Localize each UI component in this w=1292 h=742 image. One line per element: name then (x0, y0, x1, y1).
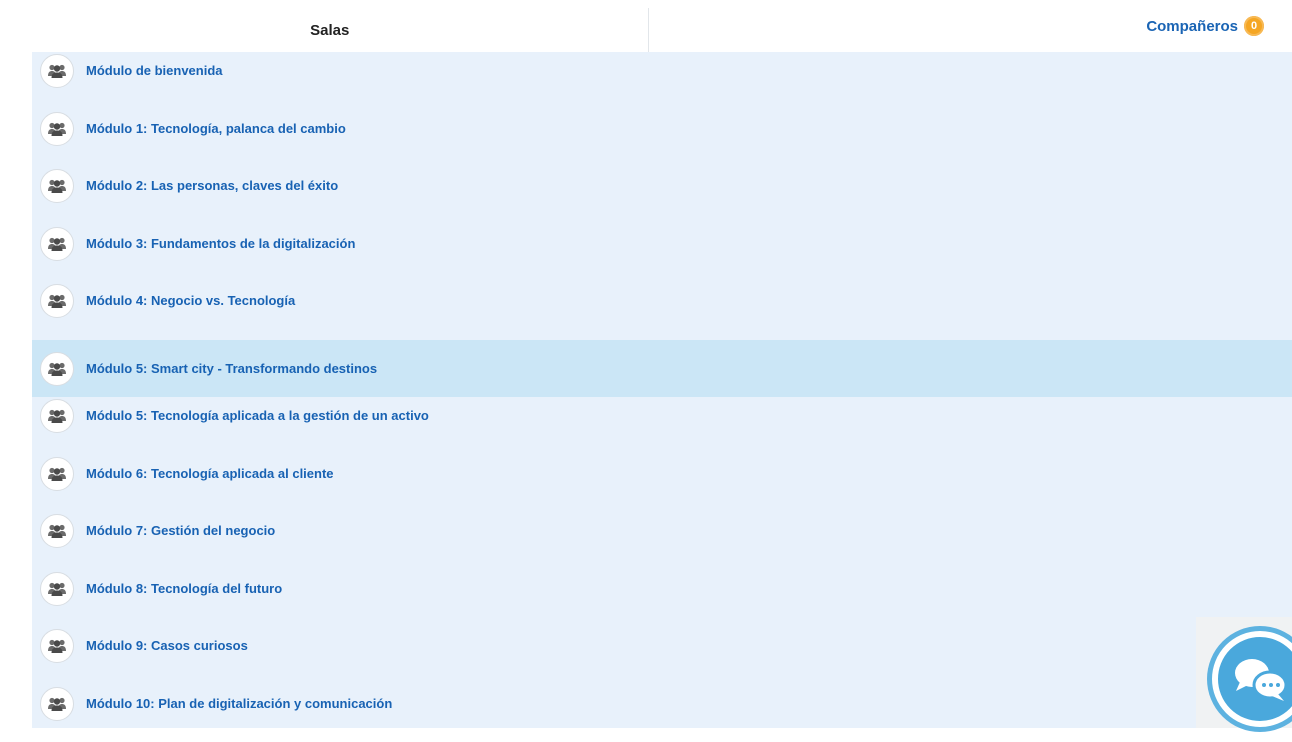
room-item[interactable]: Módulo 7: Gestión del negocio (32, 512, 1292, 570)
group-icon (40, 629, 74, 663)
chat-launcher-button[interactable] (1212, 631, 1292, 727)
group-icon (40, 227, 74, 261)
chat-bubbles-icon (1218, 637, 1292, 721)
tab-bar: Salas Compañeros 0 (32, 0, 1292, 52)
room-item[interactable]: Módulo 2: Las personas, claves del éxito (32, 167, 1292, 225)
room-item[interactable]: Módulo de bienvenida (32, 52, 1292, 110)
group-icon (40, 399, 74, 433)
room-item[interactable]: Módulo 3: Fundamentos de la digitalizaci… (32, 225, 1292, 283)
room-item[interactable]: Módulo 5: Tecnología aplicada a la gesti… (32, 397, 1292, 455)
room-item[interactable]: Módulo 8: Tecnología del futuro (32, 570, 1292, 628)
tab-salas[interactable]: Salas (32, 8, 649, 52)
room-item[interactable]: Módulo 9: Casos curiosos (32, 627, 1292, 685)
room-item-label: Módulo 8: Tecnología del futuro (86, 581, 282, 596)
room-item-label: Módulo 5: Smart city - Transformando des… (86, 361, 377, 376)
room-item-label: Módulo de bienvenida (86, 63, 223, 78)
group-icon (40, 112, 74, 146)
room-item-label: Módulo 2: Las personas, claves del éxito (86, 178, 338, 193)
room-item-label: Módulo 1: Tecnología, palanca del cambio (86, 121, 346, 136)
group-icon (40, 352, 74, 386)
room-list: Módulo de bienvenida Módulo 1: Tecnología… (32, 52, 1292, 728)
tab-companeros-label: Compañeros (1146, 18, 1238, 35)
group-icon (40, 169, 74, 203)
tab-companeros[interactable]: Compañeros 0 (649, 0, 1292, 52)
room-item-label: Módulo 6: Tecnología aplicada al cliente (86, 466, 334, 481)
tab-salas-label: Salas (310, 22, 349, 39)
group-icon (40, 457, 74, 491)
room-item-label: Módulo 10: Plan de digitalización y comu… (86, 696, 392, 711)
chat-widget[interactable] (1196, 617, 1292, 728)
group-icon (40, 514, 74, 548)
room-item[interactable]: Módulo 5: Smart city - Transformando des… (32, 340, 1292, 398)
room-item[interactable]: Módulo 1: Tecnología, palanca del cambio (32, 110, 1292, 168)
room-item-label: Módulo 9: Casos curiosos (86, 638, 248, 653)
room-item[interactable]: Módulo 10: Plan de digitalización y comu… (32, 685, 1292, 742)
group-icon (40, 284, 74, 318)
group-icon (40, 687, 74, 721)
room-item-label: Módulo 5: Tecnología aplicada a la gesti… (86, 408, 429, 423)
room-item-label: Módulo 3: Fundamentos de la digitalizaci… (86, 236, 355, 251)
room-item-label: Módulo 4: Negocio vs. Tecnología (86, 293, 295, 308)
group-icon (40, 54, 74, 88)
room-item[interactable]: Módulo 6: Tecnología aplicada al cliente (32, 455, 1292, 513)
companeros-count-badge: 0 (1244, 16, 1264, 36)
room-item-label: Módulo 7: Gestión del negocio (86, 523, 275, 538)
room-item[interactable]: Módulo 4: Negocio vs. Tecnología (32, 282, 1292, 340)
group-icon (40, 572, 74, 606)
